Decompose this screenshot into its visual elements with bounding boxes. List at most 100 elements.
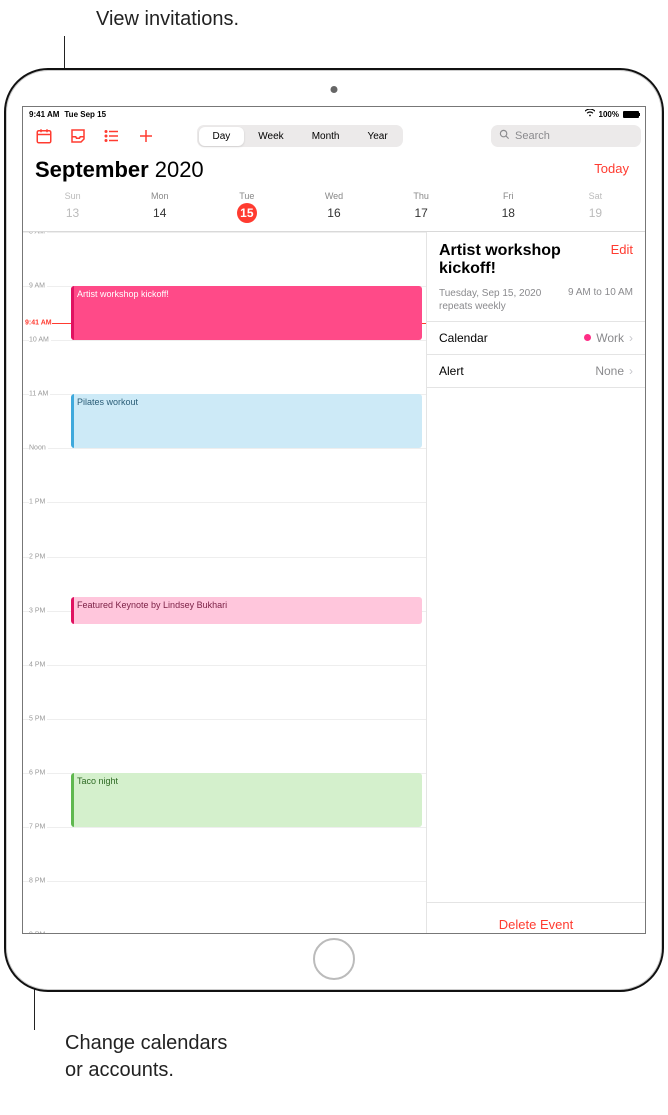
status-time: 9:41 AM xyxy=(29,110,59,119)
add-button[interactable] xyxy=(129,121,163,151)
detail-calendar-row[interactable]: Calendar Work › xyxy=(427,322,645,355)
event-repeat: repeats weekly xyxy=(439,301,506,312)
list-button[interactable] xyxy=(95,121,129,151)
row-label: Alert xyxy=(439,364,464,378)
calendar-event[interactable]: Featured Keynote by Lindsey Bukhari xyxy=(71,597,422,624)
hour-label: 4 PM xyxy=(29,661,47,668)
day-cell[interactable]: Sat 19 xyxy=(552,191,639,223)
calendar-event[interactable]: Artist workshop kickoff! xyxy=(71,286,422,340)
hour-label: 11 AM xyxy=(29,391,50,398)
day-cell[interactable]: Fri 18 xyxy=(465,191,552,223)
current-time-label: 9:41 AM xyxy=(25,320,52,327)
event-color-bar xyxy=(71,773,74,827)
calendar-event[interactable]: Pilates workout xyxy=(71,394,422,448)
seg-week[interactable]: Week xyxy=(244,127,297,146)
hour-label: 2 PM xyxy=(29,553,47,560)
month-title: September xyxy=(35,157,149,183)
delete-event-button[interactable]: Delete Event xyxy=(427,902,645,934)
day-cell[interactable]: Wed 16 xyxy=(290,191,377,223)
callout-label: View invitations. xyxy=(96,8,239,31)
day-name: Mon xyxy=(151,191,169,201)
hour-label: 7 PM xyxy=(29,824,47,831)
hour-label: 1 PM xyxy=(29,499,47,506)
hour-label: 8 PM xyxy=(29,878,47,885)
day-name: Fri xyxy=(503,191,514,201)
day-cell[interactable]: Sun 13 xyxy=(29,191,116,223)
event-label: Featured Keynote by Lindsey Bukhari xyxy=(77,600,227,610)
status-bar: 9:41 AM Tue Sep 15 100% xyxy=(23,107,645,121)
event-date: Tuesday, Sep 15, 2020 xyxy=(439,288,541,299)
hour-label: 3 PM xyxy=(29,607,47,614)
search-field[interactable] xyxy=(491,125,641,147)
row-label: Calendar xyxy=(439,331,488,345)
day-number: 14 xyxy=(150,203,170,223)
event-color-bar xyxy=(71,286,74,340)
hour-line xyxy=(23,665,426,666)
search-icon xyxy=(499,127,510,145)
callout-label: Change calendars or accounts. xyxy=(65,1030,227,1084)
hour-line xyxy=(23,881,426,882)
day-name: Sat xyxy=(589,191,603,201)
day-number: 17 xyxy=(411,203,431,223)
chevron-right-icon: › xyxy=(629,364,633,378)
day-cell[interactable]: Mon 14 xyxy=(116,191,203,223)
chevron-right-icon: › xyxy=(629,331,633,345)
day-number: 19 xyxy=(585,203,605,223)
seg-year[interactable]: Year xyxy=(353,127,401,146)
calendar-dot-icon xyxy=(584,334,591,341)
battery-percent: 100% xyxy=(599,110,619,119)
event-label: Pilates workout xyxy=(77,397,138,407)
inbox-button[interactable] xyxy=(61,121,95,151)
hour-label: 6 PM xyxy=(29,769,47,776)
day-number: 18 xyxy=(498,203,518,223)
hour-line xyxy=(23,340,426,341)
calendars-button[interactable] xyxy=(27,121,61,151)
row-value: Work xyxy=(596,331,624,345)
detail-alert-row[interactable]: Alert None › xyxy=(427,355,645,388)
today-button[interactable]: Today xyxy=(594,161,629,176)
hour-label: 8 AM xyxy=(29,232,47,236)
day-cell[interactable]: Thu 17 xyxy=(378,191,465,223)
calendar-header: September 2020 Today xyxy=(23,151,645,185)
hour-line xyxy=(23,502,426,503)
camera-dot xyxy=(331,86,338,93)
day-number: 15 xyxy=(237,203,257,223)
event-detail-panel: Artist workshop kickoff! Edit Tuesday, S… xyxy=(427,232,645,934)
callout-text: or accounts. xyxy=(65,1059,174,1081)
day-name: Sun xyxy=(65,191,81,201)
callout-text: Change calendars xyxy=(65,1032,227,1054)
wifi-icon xyxy=(585,109,595,119)
day-number: 16 xyxy=(324,203,344,223)
hour-label: 9 PM xyxy=(29,932,47,934)
toolbar: Day Week Month Year xyxy=(23,121,645,151)
day-timeline[interactable]: 8 AM9 AM10 AM11 AMNoon1 PM2 PM3 PM4 PM5 … xyxy=(23,232,427,934)
event-time-range: 9 AM to 10 AM xyxy=(568,287,633,313)
hour-label: 5 PM xyxy=(29,715,47,722)
day-name: Wed xyxy=(325,191,343,201)
view-segmented-control: Day Week Month Year xyxy=(197,125,403,147)
seg-day[interactable]: Day xyxy=(199,127,245,146)
ipad-frame: 9:41 AM Tue Sep 15 100% xyxy=(4,68,664,992)
hour-line xyxy=(23,557,426,558)
day-cell[interactable]: Tue 15 xyxy=(203,191,290,223)
edit-button[interactable]: Edit xyxy=(611,242,633,257)
hour-label: Noon xyxy=(29,445,48,452)
hour-line xyxy=(23,719,426,720)
row-value: None xyxy=(595,364,624,378)
screen: 9:41 AM Tue Sep 15 100% xyxy=(22,106,646,934)
day-name: Tue xyxy=(239,191,254,201)
year-title: 2020 xyxy=(155,157,204,183)
calendar-event[interactable]: Taco night xyxy=(71,773,422,827)
hour-line xyxy=(23,232,426,233)
seg-month[interactable]: Month xyxy=(298,127,354,146)
day-number: 13 xyxy=(63,203,83,223)
home-button[interactable] xyxy=(313,938,355,980)
status-date: Tue Sep 15 xyxy=(64,110,106,119)
event-label: Taco night xyxy=(77,776,118,786)
search-input[interactable] xyxy=(515,130,646,142)
event-label: Artist workshop kickoff! xyxy=(77,289,169,299)
hour-line xyxy=(23,448,426,449)
day-name: Thu xyxy=(413,191,429,201)
hour-label: 9 AM xyxy=(29,283,47,290)
event-color-bar xyxy=(71,394,74,448)
